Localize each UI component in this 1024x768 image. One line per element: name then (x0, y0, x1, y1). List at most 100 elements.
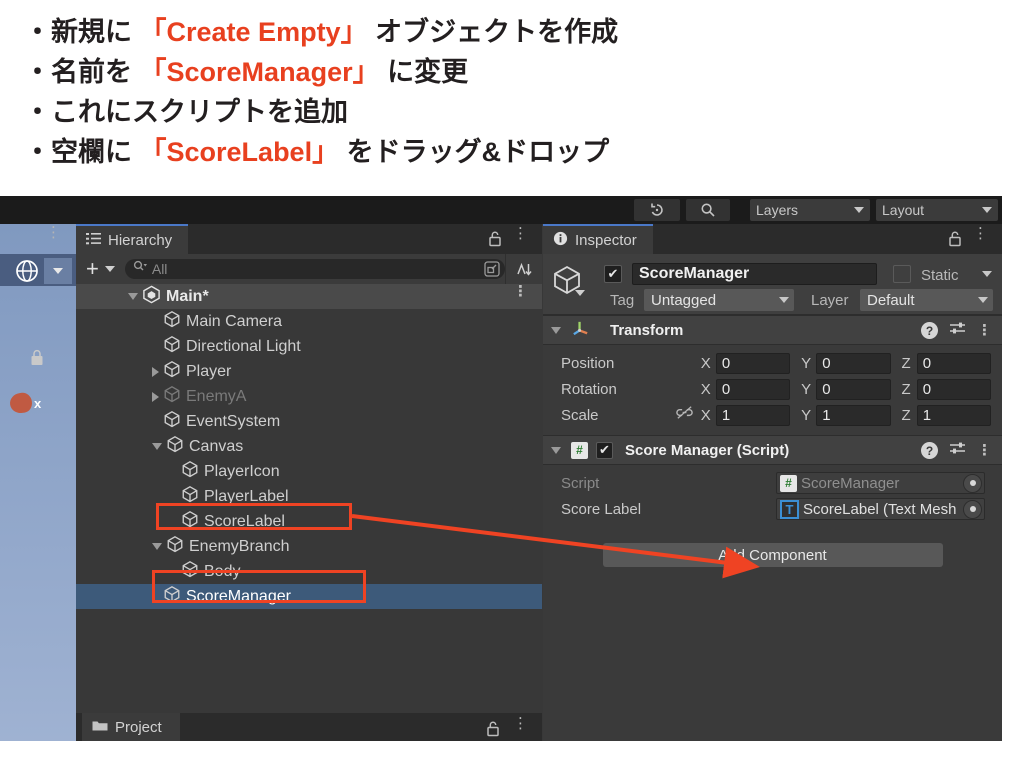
bullet-2-highlight: 「ScoreManager」 (139, 57, 380, 87)
hierarchy-item-player[interactable]: Player (76, 359, 542, 384)
component-header-transform[interactable]: Transform ? ⋮ (543, 315, 1002, 345)
transform-rotation-x-input[interactable]: 0 (715, 378, 791, 400)
hierarchy-item-enemybranch[interactable]: EnemyBranch (76, 534, 542, 559)
chevron-down-icon[interactable] (575, 290, 585, 296)
chevron-expanded-icon[interactable] (128, 293, 138, 300)
hierarchy-item-label: Canvas (189, 437, 244, 455)
static-label: Static (921, 267, 959, 284)
hierarchy-item-enemya[interactable]: EnemyA (76, 384, 542, 409)
x-axis-cone-icon (8, 391, 34, 415)
create-button[interactable]: + (86, 258, 99, 280)
hierarchy-scene-row[interactable]: Main* ⋮ (76, 284, 542, 309)
object-picker-icon[interactable] (963, 473, 982, 493)
project-lock-icon[interactable] (486, 721, 500, 741)
script-row-script: Script # ScoreManager (543, 470, 1002, 496)
axis-label-y: Y (801, 406, 812, 424)
scale-link-toggle-icon[interactable] (675, 405, 701, 425)
bullet-line-3: ・これにスクリプトを追加 (24, 92, 1024, 132)
tag-dropdown[interactable]: Untagged (644, 289, 794, 311)
object-name-field[interactable]: ScoreManager (632, 263, 877, 285)
chevron-expanded-icon[interactable] (551, 326, 561, 334)
component-enabled-checkbox[interactable]: ✔ (596, 441, 613, 459)
layout-dropdown[interactable]: Layout (876, 199, 998, 221)
bullet-1-part-a: ・新規に (24, 17, 140, 47)
preset-icon[interactable] (949, 440, 966, 461)
object-field-score-label[interactable]: T ScoreLabel (Text Mesh (776, 498, 985, 520)
tab-project[interactable]: Project (82, 713, 180, 741)
hierarchy-lock-icon[interactable] (488, 231, 502, 252)
component-header-score-manager[interactable]: # ✔ Score Manager (Script) ? ⋮ (543, 435, 1002, 465)
help-icon[interactable]: ? (921, 442, 938, 459)
transform-scale-y-input[interactable]: 1 (816, 404, 891, 426)
project-kebab[interactable]: ⋮ (513, 716, 528, 731)
bullet-4-highlight: 「ScoreLabel」 (139, 137, 340, 167)
gameobject-cube-icon[interactable] (551, 264, 585, 301)
transform-rotation-z-input[interactable]: 0 (916, 378, 991, 400)
transform-position-z-input[interactable]: 0 (916, 352, 991, 374)
transform-scale-z-input[interactable]: 1 (916, 404, 991, 426)
hierarchy-item-label: Directional Light (186, 337, 301, 355)
inspector-kebab[interactable]: ⋮ (973, 226, 988, 241)
component-kebab-score-manager[interactable]: ⋮ (977, 443, 992, 458)
chevron-collapsed-icon[interactable] (152, 366, 159, 377)
help-icon[interactable]: ? (921, 322, 938, 339)
hierarchy-item-label: Player (186, 362, 232, 380)
object-field-script[interactable]: # ScoreManager (776, 472, 985, 494)
layers-dropdown[interactable]: Layers (750, 199, 870, 221)
inspector-panel: Inspector ⋮ ✔ ScoreManager Static Tag Un… (543, 224, 1002, 741)
add-component-button[interactable]: Add Component (602, 543, 943, 567)
hierarchy-item-directional-light[interactable]: Directional Light (76, 334, 542, 359)
hierarchy-scene-kebab[interactable]: ⋮ (513, 284, 528, 299)
orientation-globe-icon[interactable] (14, 258, 40, 284)
lock-icon[interactable] (29, 349, 45, 372)
hierarchy-toolbar: + All (76, 254, 542, 284)
axis-label-z: Z (901, 406, 911, 424)
object-picker-icon[interactable] (963, 499, 982, 519)
create-dropdown-caret-icon[interactable] (104, 266, 115, 272)
undo-history-icon[interactable] (634, 199, 680, 221)
chevron-expanded-icon[interactable] (152, 443, 162, 450)
bullet-1-part-c: オブジェクトを作成 (367, 17, 619, 47)
hierarchy-item-eventsystem[interactable]: EventSystem (76, 409, 542, 434)
hierarchy-item-main-camera[interactable]: Main Camera (76, 309, 542, 334)
hierarchy-panel: Hierarchy ⋮ + All Main* ⋮ Main Camera Di… (76, 224, 542, 741)
chevron-expanded-icon[interactable] (152, 543, 162, 550)
hierarchy-item-canvas[interactable]: Canvas (76, 434, 542, 459)
tab-inspector[interactable]: Inspector (543, 224, 653, 254)
bullet-1-highlight: 「Create Empty」 (139, 17, 368, 47)
static-checkbox[interactable] (893, 265, 911, 283)
hierarchy-kebab[interactable]: ⋮ (513, 226, 528, 241)
inspector-lock-icon[interactable] (948, 231, 962, 252)
hierarchy-tree[interactable]: Main* ⋮ Main Camera Directional Light Play… (76, 284, 542, 703)
transform-label-scale: Scale (561, 406, 599, 424)
component-kebab-transform[interactable]: ⋮ (977, 323, 992, 338)
component-name-score-manager: Score Manager (Script) (625, 441, 790, 459)
object-enabled-checkbox[interactable]: ✔ (604, 265, 622, 283)
search-icon[interactable] (686, 199, 730, 221)
folder-icon (92, 719, 108, 736)
inspector-content: ✔ ScoreManager Static Tag Untagged Layer… (543, 254, 1002, 741)
transform-position-x-input[interactable]: 0 (715, 352, 791, 374)
transform-position-y-input[interactable]: 0 (816, 352, 891, 374)
project-tabbar: Project ⋮ (76, 703, 542, 741)
hierarchy-search-input[interactable]: All (124, 259, 505, 282)
hierarchy-item-label: EnemyA (186, 387, 247, 405)
sort-icon[interactable] (505, 254, 542, 284)
hierarchy-item-playericon[interactable]: PlayerIcon (76, 459, 542, 484)
transform-rotation-y-input[interactable]: 0 (816, 378, 891, 400)
popout-icon[interactable] (484, 261, 500, 282)
scene-panel-kebab[interactable]: ⋮ (46, 225, 61, 250)
tab-project-label: Project (115, 718, 162, 736)
scene-gizmo-dropdown[interactable] (44, 258, 72, 284)
scene-view-sliver[interactable]: x (0, 224, 76, 741)
gameobject-cube-icon (163, 385, 181, 408)
chevron-collapsed-icon[interactable] (152, 391, 159, 402)
scene-gizmo-x-axis[interactable]: x (8, 390, 50, 416)
preset-icon[interactable] (949, 320, 966, 341)
layer-dropdown[interactable]: Default (860, 289, 993, 311)
static-dropdown-caret-icon[interactable] (982, 271, 992, 277)
tab-hierarchy[interactable]: Hierarchy (76, 224, 189, 254)
chevron-expanded-icon[interactable] (551, 446, 561, 454)
gameobject-cube-icon (166, 435, 184, 458)
transform-scale-x-input[interactable]: 1 (715, 404, 791, 426)
